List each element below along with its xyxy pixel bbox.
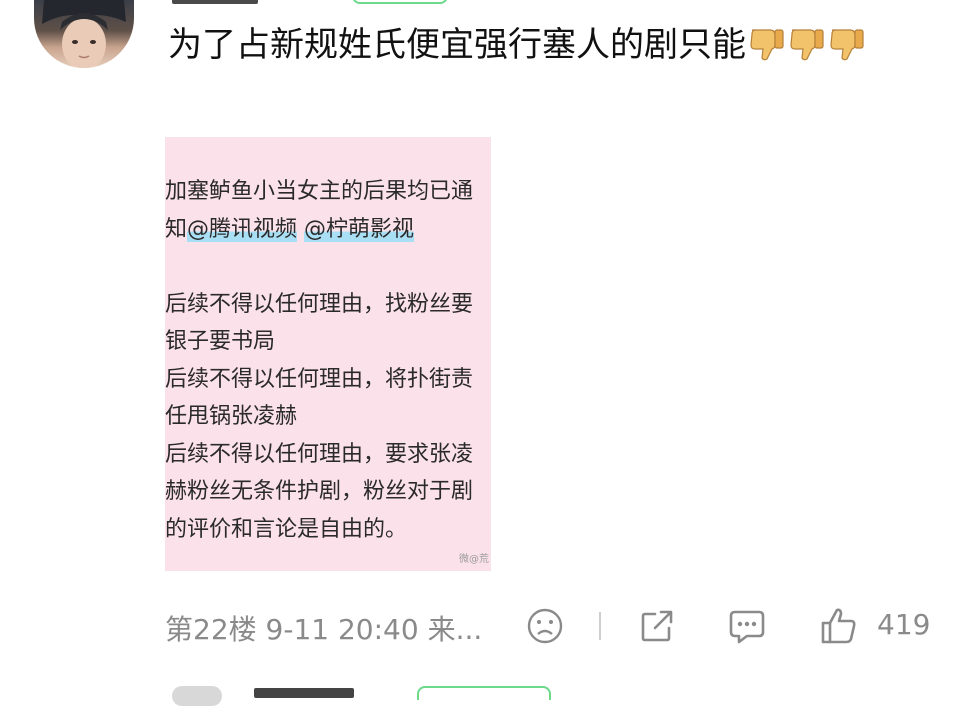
- image-line: 后续不得以任何理由，将扑街责: [165, 366, 474, 392]
- next-avatar-fragment: [172, 686, 222, 706]
- footer-divider: [599, 612, 601, 640]
- image-line: 后续不得以任何理由，找粉丝要: [165, 291, 474, 317]
- image-line: 任甩锅张凌赫: [165, 404, 298, 429]
- share-icon[interactable]: [637, 606, 677, 646]
- comment-footer: 第22楼 9-11 20:40 来... 419: [165, 604, 935, 650]
- image-line: 后续不得以任何理由，要求张凌: [165, 441, 474, 467]
- comment-text: 为了占新规姓氏便宜强行塞人的剧只能: [168, 18, 938, 72]
- image-watermark: 微@荒: [459, 554, 489, 565]
- badge-fragment: [352, 0, 448, 4]
- attached-image[interactable]: 加塞鲈鱼小当女主的后果均已通 知@腾讯视频 @柠萌影视 后续不得以任何理由，找粉…: [165, 137, 491, 571]
- image-text: 加塞鲈鱼小当女主的后果均已通 知@腾讯视频 @柠萌影视 后续不得以任何理由，找粉…: [165, 173, 491, 548]
- image-line-spacer: [297, 217, 304, 242]
- image-line: 知: [165, 216, 188, 242]
- mention-tencent-video: @腾讯视频: [187, 216, 298, 242]
- thumbs-down-emoji-icon: [748, 24, 786, 61]
- floor-time-meta: 第22楼 9-11 20:40 来...: [165, 613, 483, 646]
- next-username-fragment: [254, 688, 354, 698]
- image-line: 的评价和言论是自由的。: [165, 516, 408, 542]
- next-badge-fragment: [417, 686, 551, 700]
- sad-face-icon[interactable]: [525, 606, 565, 646]
- like-count: 419: [877, 608, 931, 641]
- mention-ningmeng: @柠萌影视: [304, 216, 415, 242]
- previous-row-fragment: [172, 0, 552, 6]
- comment-body: 为了占新规姓氏便宜强行塞人的剧只能: [168, 25, 746, 65]
- next-row-fragment: [172, 686, 552, 706]
- comment-icon[interactable]: [727, 606, 767, 646]
- image-line: 加塞鲈鱼小当女主的后果均已通: [165, 179, 474, 204]
- image-line: 银子要书局: [165, 329, 276, 354]
- thumbs-down-emoji-icon: [788, 24, 826, 61]
- image-line: 赫粉丝无条件护剧，粉丝对于剧: [165, 479, 474, 504]
- username-fragment: [172, 0, 258, 4]
- avatar[interactable]: [34, 0, 134, 68]
- thumbs-down-emoji-icon: [828, 24, 866, 61]
- thumbs-up-icon[interactable]: [819, 606, 859, 646]
